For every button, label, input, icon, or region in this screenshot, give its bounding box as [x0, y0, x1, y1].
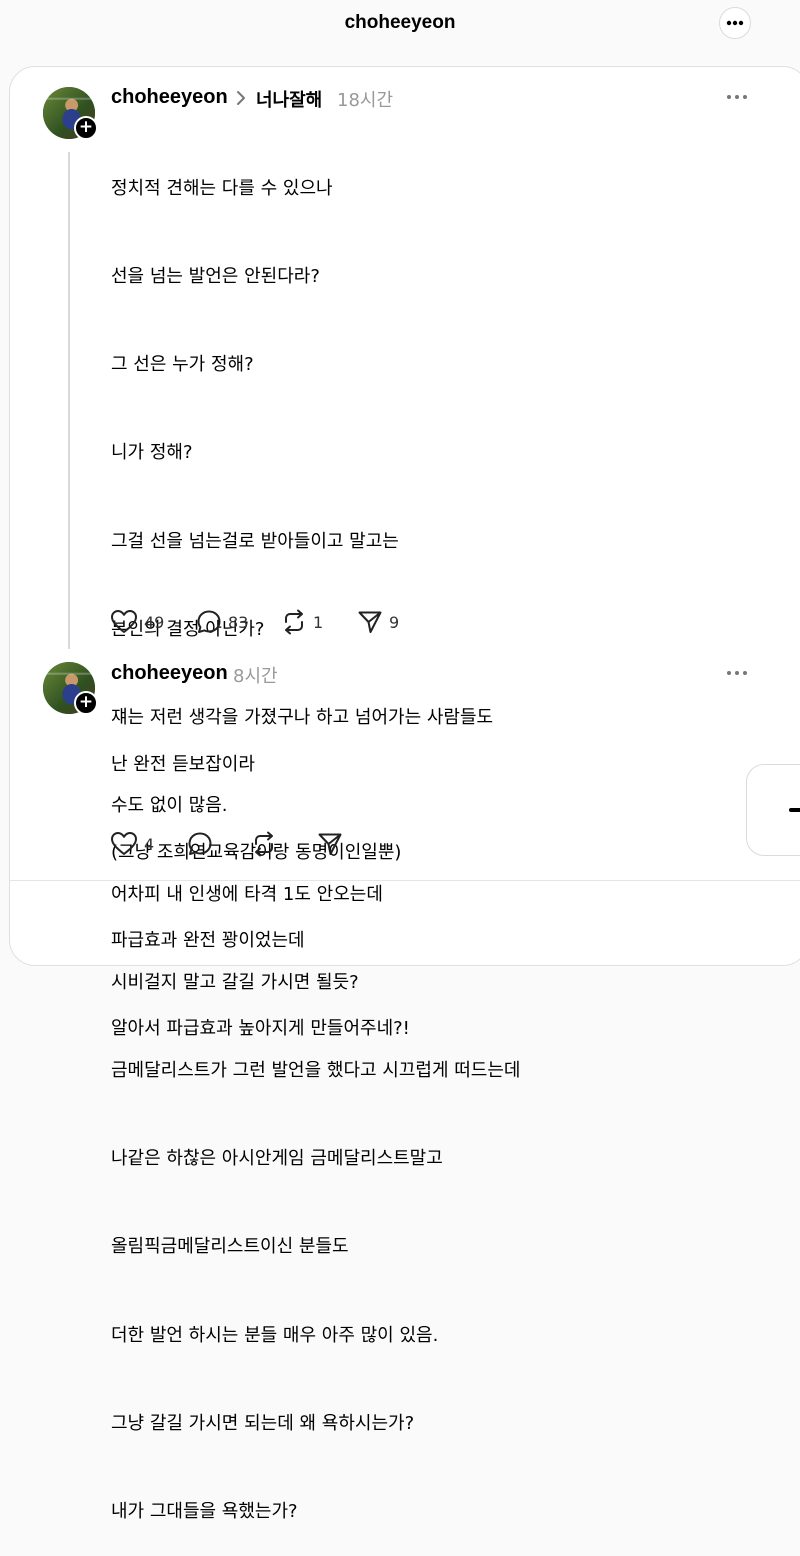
- post-line: 알아서 파급효과 높아지게 만들어주네?!: [111, 1018, 410, 1040]
- post-line: 그 선은 누가 정해?: [111, 354, 254, 376]
- comment-count: 83: [228, 612, 249, 632]
- repost-button[interactable]: [251, 831, 277, 857]
- speech-bubble-icon: [188, 832, 212, 855]
- like-button[interactable]: 49: [110, 609, 164, 635]
- send-icon: [358, 611, 382, 633]
- like-button[interactable]: 4: [110, 831, 154, 857]
- repost-icon: [285, 609, 303, 635]
- post-line: 내가 그대들을 욕했는가?: [111, 1501, 298, 1523]
- post-line: 더한 발언 하시는 분들 매우 아주 많이 있음.: [111, 1324, 439, 1346]
- follow-plus-icon[interactable]: +: [74, 116, 98, 140]
- divider: [9, 880, 800, 881]
- post-time[interactable]: 18시간: [337, 86, 393, 112]
- top-bar: choheeyeon: [0, 0, 800, 48]
- post-line: 그냥 갈길 가시면 되는데 왜 욕하시는가?: [111, 1412, 415, 1434]
- post-line: 난 완전 듣보잡이라: [111, 753, 255, 775]
- compose-button[interactable]: [746, 764, 800, 856]
- repost-icon: [255, 831, 273, 857]
- post-username[interactable]: choheeyeon: [111, 86, 228, 109]
- ellipsis-icon: [726, 20, 744, 26]
- post-body: 난 완전 듣보잡이라 (그냥 조희연교육감이랑 동명이인일뿐) 파급효과 완전 …: [111, 691, 410, 1073]
- post-time[interactable]: 8시간: [233, 662, 278, 688]
- post-more-icon[interactable]: [726, 670, 748, 676]
- thread-connector-line: [68, 152, 70, 649]
- post-line: 올림픽금메달리스트이신 분들도: [111, 1236, 349, 1258]
- post-line: 정치적 견해는 다를 수 있으나: [111, 177, 333, 199]
- share-count: 9: [389, 612, 400, 632]
- share-button[interactable]: [317, 831, 343, 857]
- avatar[interactable]: +: [43, 662, 98, 715]
- profile-title: choheeyeon: [344, 12, 456, 33]
- follow-plus-icon[interactable]: +: [74, 691, 98, 715]
- post-line: 파급효과 완전 꽝이었는데: [111, 930, 305, 952]
- more-options-button[interactable]: [719, 7, 751, 39]
- like-count: 49: [144, 612, 165, 632]
- chevron-right-icon: [237, 91, 245, 105]
- repost-count: 1: [313, 612, 324, 632]
- speech-bubble-icon: [197, 610, 221, 633]
- compose-icon: [789, 808, 800, 812]
- post-line: 니가 정해?: [111, 442, 193, 464]
- post-line: 나같은 하찮은 아시안게임 금메달리스트말고: [111, 1148, 443, 1170]
- post-more-icon[interactable]: [726, 94, 748, 100]
- post-line: 선을 넘는 발언은 안된다라?: [111, 266, 320, 288]
- post-line: 그걸 선을 넘는걸로 받아들이고 말고는: [111, 530, 399, 552]
- heart-icon: [111, 610, 137, 633]
- share-button[interactable]: 9: [357, 609, 399, 635]
- avatar[interactable]: +: [43, 87, 98, 140]
- like-count: 4: [144, 834, 155, 854]
- post-username[interactable]: choheeyeon: [111, 662, 228, 685]
- heart-icon: [111, 832, 137, 855]
- comment-button[interactable]: [187, 831, 213, 857]
- comment-button[interactable]: 83: [196, 609, 248, 635]
- repost-button[interactable]: 1: [281, 609, 323, 635]
- send-icon: [318, 833, 342, 855]
- reply-to-username[interactable]: 너나잘해: [256, 86, 322, 112]
